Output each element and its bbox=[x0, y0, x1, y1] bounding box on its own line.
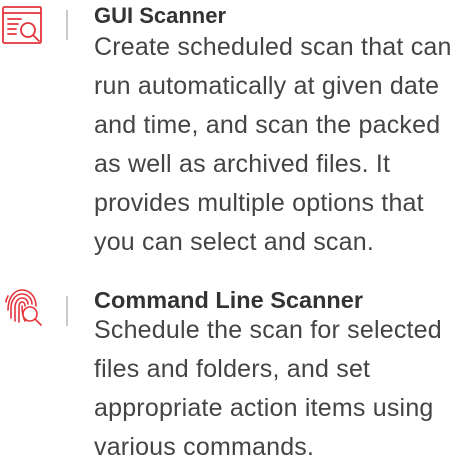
feature-text: GUI Scanner Create scheduled scan that c… bbox=[94, 0, 465, 262]
feature-description: Create scheduled scan that can run autom… bbox=[94, 33, 452, 256]
fingerprint-scan-icon bbox=[0, 284, 46, 330]
feature-divider bbox=[66, 296, 68, 326]
feature-description: Schedule the scan for selected files and… bbox=[94, 316, 442, 461]
feature-text: Command Line Scanner Schedule the scan f… bbox=[94, 278, 465, 467]
feature-divider bbox=[66, 10, 68, 40]
feature-title: GUI Scanner bbox=[94, 3, 227, 28]
feature-title: Command Line Scanner bbox=[94, 287, 363, 313]
window-search-icon bbox=[0, 4, 46, 50]
